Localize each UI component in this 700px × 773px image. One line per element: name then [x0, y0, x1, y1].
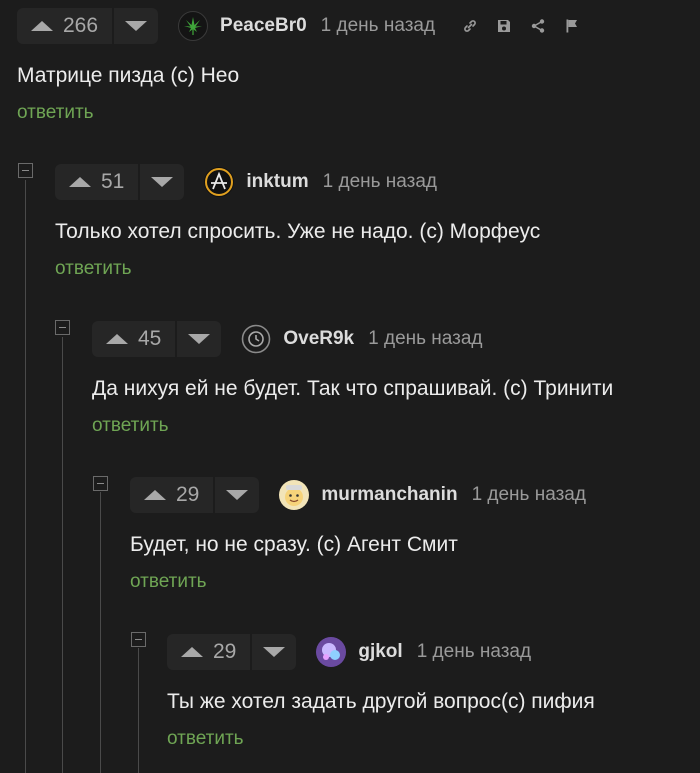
comment-text: Матрице пизда (с) Нео [17, 64, 240, 87]
vote-score: 51 [101, 170, 125, 193]
vote-score: 45 [138, 327, 162, 350]
cartoon-face-avatar[interactable] [279, 480, 310, 510]
arrow-up-icon [181, 647, 203, 657]
timestamp[interactable]: 1 день назад [472, 484, 586, 506]
vote-score: 29 [176, 483, 200, 506]
comment-gjkol: 29 gjkol 1 день назад Ты же хотел задать… [167, 634, 595, 750]
cannabis-leaf-avatar[interactable] [178, 11, 209, 41]
upvote-button[interactable]: 29 [167, 634, 253, 670]
username[interactable]: gjkol [358, 641, 402, 663]
username[interactable]: inktum [246, 171, 308, 193]
thread-line-4 [138, 648, 139, 773]
upvote-button[interactable]: 51 [55, 164, 141, 200]
upvote-button[interactable]: 29 [130, 477, 216, 513]
reply-link[interactable]: ответить [130, 571, 207, 593]
vote-panel: 29 [130, 477, 260, 513]
save-icon[interactable] [495, 17, 513, 35]
timestamp[interactable]: 1 день назад [417, 641, 531, 663]
timestamp[interactable]: 1 день назад [323, 171, 437, 193]
flag-icon[interactable] [563, 17, 581, 35]
arrow-down-icon [226, 490, 249, 500]
comment-text: Ты же хотел задать другой вопрос(с) пифи… [167, 690, 595, 713]
arrow-up-icon [106, 334, 128, 344]
comment-text: Будет, но не сразу. (с) Агент Смит [130, 533, 458, 556]
vote-panel: 266 [17, 8, 159, 44]
upvote-button[interactable]: 45 [92, 321, 178, 357]
collapse-toggle-3[interactable] [93, 476, 108, 491]
vote-score: 266 [63, 14, 99, 37]
downvote-button[interactable] [215, 477, 259, 513]
reply-link[interactable]: ответить [17, 102, 94, 124]
downvote-button[interactable] [177, 321, 221, 357]
timestamp[interactable]: 1 день назад [368, 328, 482, 350]
reply-link[interactable]: ответить [55, 258, 132, 280]
link-icon[interactable] [461, 17, 479, 35]
comment-header: 29 gjkol 1 день назад [167, 634, 595, 670]
comment-header: 266 PeaceBr0 1 день назад [17, 8, 581, 44]
arrow-down-icon [263, 647, 286, 657]
vote-panel: 45 [92, 321, 222, 357]
arrow-down-icon [188, 334, 211, 344]
reply-link[interactable]: ответить [92, 415, 169, 437]
anarchy-avatar[interactable] [204, 167, 235, 197]
upvote-button[interactable]: 266 [17, 8, 115, 44]
comment-text: Только хотел спросить. Уже не надо. (с) … [55, 220, 541, 243]
comment-inktum: 51 inktum 1 день назад Только хотел спро… [55, 164, 540, 280]
username[interactable]: PeaceBr0 [220, 15, 307, 37]
username[interactable]: murmanchanin [321, 484, 457, 506]
collapse-toggle-4[interactable] [131, 632, 146, 647]
arrow-down-icon [151, 177, 174, 187]
vote-panel: 51 [55, 164, 185, 200]
arrow-up-icon [31, 21, 53, 31]
comment-actions [461, 17, 581, 35]
thread-line-1 [25, 180, 26, 773]
timestamp[interactable]: 1 день назад [321, 15, 435, 37]
comment-header: 45 OveR9k 1 день назад [92, 321, 613, 357]
downvote-button[interactable] [252, 634, 296, 670]
purple-avatar[interactable] [316, 637, 347, 667]
arrow-up-icon [69, 177, 91, 187]
clock-avatar[interactable] [241, 324, 272, 354]
share-icon[interactable] [529, 17, 547, 35]
thread-line-3 [100, 492, 101, 773]
collapse-toggle-1[interactable] [18, 163, 33, 178]
downvote-button[interactable] [114, 8, 158, 44]
vote-score: 29 [213, 640, 237, 663]
comment-header: 51 inktum 1 день назад [55, 164, 540, 200]
username[interactable]: OveR9k [283, 328, 354, 350]
downvote-button[interactable] [140, 164, 184, 200]
comment-murmanchanin: 29 murmanchanin 1 день назад Будет, но н… [130, 477, 586, 593]
comment-text: Да нихуя ей не будет. Так что спрашивай.… [92, 377, 614, 400]
thread-line-2 [62, 337, 63, 773]
comment-over9k: 45 OveR9k 1 день назад Да нихуя ей не бу… [92, 321, 613, 437]
comment-peacebr0: 266 PeaceBr0 1 день назад Матрице пизда … [17, 8, 581, 124]
arrow-down-icon [125, 21, 148, 31]
arrow-up-icon [144, 490, 166, 500]
collapse-toggle-2[interactable] [55, 320, 70, 335]
vote-panel: 29 [167, 634, 297, 670]
reply-link[interactable]: ответить [167, 728, 244, 750]
comment-header: 29 murmanchanin 1 день назад [130, 477, 586, 513]
